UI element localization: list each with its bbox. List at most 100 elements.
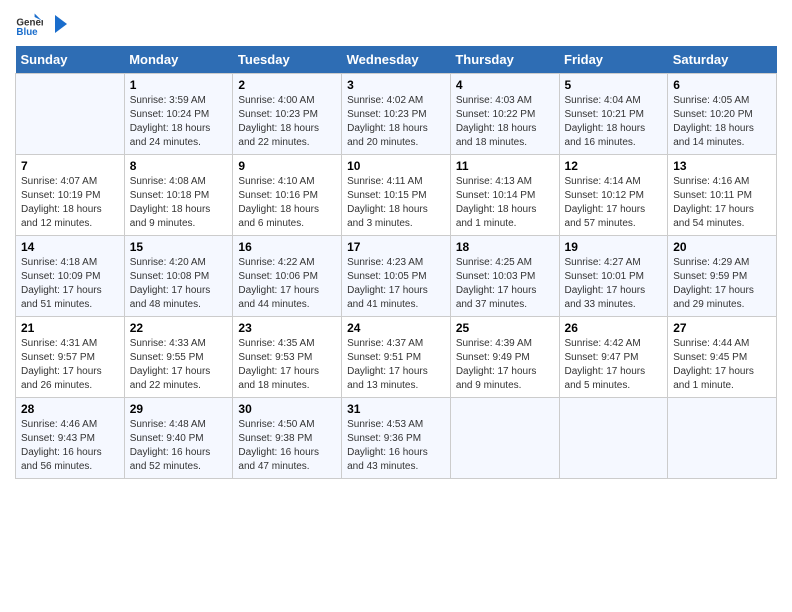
- calendar-cell: 11 Sunrise: 4:13 AM Sunset: 10:14 PM Dayl…: [450, 155, 559, 236]
- calendar-week-row: 14 Sunrise: 4:18 AM Sunset: 10:09 PM Dayl…: [16, 236, 777, 317]
- day-number: 3: [347, 78, 445, 92]
- calendar-cell: 13 Sunrise: 4:16 AM Sunset: 10:11 PM Dayl…: [668, 155, 777, 236]
- calendar-cell: 28Sunrise: 4:46 AM Sunset: 9:43 PM Dayli…: [16, 398, 125, 479]
- calendar-cell: 2 Sunrise: 4:00 AM Sunset: 10:23 PM Dayli…: [233, 74, 342, 155]
- day-info: Sunrise: 4:11 AM Sunset: 10:15 PM Daylig…: [347, 175, 445, 231]
- calendar-cell: 29Sunrise: 4:48 AM Sunset: 9:40 PM Dayli…: [124, 398, 233, 479]
- logo: General Blue: [15, 10, 69, 38]
- day-number: 14: [21, 240, 119, 254]
- calendar-cell: 20 Sunrise: 4:29 AM Sunset: 9:59 PM Dayli…: [668, 236, 777, 317]
- day-number: 17: [347, 240, 445, 254]
- day-number: 31: [347, 402, 445, 416]
- calendar-cell: 22Sunrise: 4:33 AM Sunset: 9:55 PM Dayli…: [124, 317, 233, 398]
- day-number: 2: [238, 78, 336, 92]
- day-number: 20: [673, 240, 771, 254]
- day-info: Sunrise: 4:44 AM Sunset: 9:45 PM Dayligh…: [673, 337, 771, 393]
- calendar-cell: 31 Sunrise: 4:53 AM Sunset: 9:36 PM Dayli…: [342, 398, 451, 479]
- day-info: Sunrise: 4:14 AM Sunset: 10:12 PM Daylig…: [565, 175, 663, 231]
- calendar-cell: [559, 398, 668, 479]
- day-info: Sunrise: 4:35 AM Sunset: 9:53 PM Dayligh…: [238, 337, 336, 393]
- day-info: Sunrise: 4:53 AM Sunset: 9:36 PM Dayligh…: [347, 418, 445, 474]
- weekday-header-saturday: Saturday: [668, 46, 777, 74]
- day-number: 4: [456, 78, 554, 92]
- calendar-cell: [668, 398, 777, 479]
- day-info: Sunrise: 4:13 AM Sunset: 10:14 PM Daylig…: [456, 175, 554, 231]
- day-number: 21: [21, 321, 119, 335]
- day-info: Sunrise: 4:20 AM Sunset: 10:08 PM Daylig…: [130, 256, 228, 312]
- day-number: 8: [130, 159, 228, 173]
- calendar-cell: [16, 74, 125, 155]
- weekday-header-tuesday: Tuesday: [233, 46, 342, 74]
- day-number: 10: [347, 159, 445, 173]
- calendar-cell: 19 Sunrise: 4:27 AM Sunset: 10:01 PM Dayl…: [559, 236, 668, 317]
- day-number: 6: [673, 78, 771, 92]
- day-info: Sunrise: 4:10 AM Sunset: 10:16 PM Daylig…: [238, 175, 336, 231]
- day-info: Sunrise: 4:18 AM Sunset: 10:09 PM Daylig…: [21, 256, 119, 312]
- day-info: Sunrise: 4:23 AM Sunset: 10:05 PM Daylig…: [347, 256, 445, 312]
- day-number: 1: [130, 78, 228, 92]
- day-info: Sunrise: 4:07 AM Sunset: 10:19 PM Daylig…: [21, 175, 119, 231]
- calendar-cell: 30 Sunrise: 4:50 AM Sunset: 9:38 PM Dayli…: [233, 398, 342, 479]
- day-info: Sunrise: 4:04 AM Sunset: 10:21 PM Daylig…: [565, 94, 663, 150]
- weekday-header-sunday: Sunday: [16, 46, 125, 74]
- day-info: Sunrise: 4:37 AM Sunset: 9:51 PM Dayligh…: [347, 337, 445, 393]
- calendar-week-row: 7 Sunrise: 4:07 AM Sunset: 10:19 PM Dayli…: [16, 155, 777, 236]
- svg-text:Blue: Blue: [16, 27, 38, 38]
- day-info: Sunrise: 4:42 AM Sunset: 9:47 PM Dayligh…: [565, 337, 663, 393]
- day-info: Sunrise: 4:22 AM Sunset: 10:06 PM Daylig…: [238, 256, 336, 312]
- calendar-cell: 6 Sunrise: 4:05 AM Sunset: 10:20 PM Dayli…: [668, 74, 777, 155]
- day-info: Sunrise: 4:25 AM Sunset: 10:03 PM Daylig…: [456, 256, 554, 312]
- day-number: 26: [565, 321, 663, 335]
- calendar-cell: 26 Sunrise: 4:42 AM Sunset: 9:47 PM Dayli…: [559, 317, 668, 398]
- calendar-cell: 16Sunrise: 4:22 AM Sunset: 10:06 PM Dayl…: [233, 236, 342, 317]
- calendar-cell: 5 Sunrise: 4:04 AM Sunset: 10:21 PM Dayli…: [559, 74, 668, 155]
- day-info: Sunrise: 4:03 AM Sunset: 10:22 PM Daylig…: [456, 94, 554, 150]
- day-number: 5: [565, 78, 663, 92]
- day-info: Sunrise: 4:05 AM Sunset: 10:20 PM Daylig…: [673, 94, 771, 150]
- calendar-cell: 24 Sunrise: 4:37 AM Sunset: 9:51 PM Dayli…: [342, 317, 451, 398]
- day-number: 11: [456, 159, 554, 173]
- calendar-week-row: 1Sunrise: 3:59 AM Sunset: 10:24 PM Dayli…: [16, 74, 777, 155]
- day-number: 9: [238, 159, 336, 173]
- calendar-cell: 4 Sunrise: 4:03 AM Sunset: 10:22 PM Dayli…: [450, 74, 559, 155]
- day-number: 13: [673, 159, 771, 173]
- logo-icon: General Blue: [15, 10, 43, 38]
- calendar-cell: 10 Sunrise: 4:11 AM Sunset: 10:15 PM Dayl…: [342, 155, 451, 236]
- calendar-cell: 18Sunrise: 4:25 AM Sunset: 10:03 PM Dayl…: [450, 236, 559, 317]
- weekday-header-row: SundayMondayTuesdayWednesdayThursdayFrid…: [16, 46, 777, 74]
- day-info: Sunrise: 4:50 AM Sunset: 9:38 PM Dayligh…: [238, 418, 336, 474]
- day-info: Sunrise: 4:08 AM Sunset: 10:18 PM Daylig…: [130, 175, 228, 231]
- day-number: 29: [130, 402, 228, 416]
- calendar-cell: 23 Sunrise: 4:35 AM Sunset: 9:53 PM Dayli…: [233, 317, 342, 398]
- day-number: 30: [238, 402, 336, 416]
- logo-arrow-icon: [47, 13, 69, 35]
- day-info: Sunrise: 4:33 AM Sunset: 9:55 PM Dayligh…: [130, 337, 228, 393]
- day-info: Sunrise: 4:39 AM Sunset: 9:49 PM Dayligh…: [456, 337, 554, 393]
- calendar-cell: 9 Sunrise: 4:10 AM Sunset: 10:16 PM Dayli…: [233, 155, 342, 236]
- day-info: Sunrise: 4:31 AM Sunset: 9:57 PM Dayligh…: [21, 337, 119, 393]
- calendar-cell: 15Sunrise: 4:20 AM Sunset: 10:08 PM Dayl…: [124, 236, 233, 317]
- day-info: Sunrise: 4:16 AM Sunset: 10:11 PM Daylig…: [673, 175, 771, 231]
- calendar-cell: 21 Sunrise: 4:31 AM Sunset: 9:57 PM Dayli…: [16, 317, 125, 398]
- calendar-cell: 12Sunrise: 4:14 AM Sunset: 10:12 PM Dayl…: [559, 155, 668, 236]
- day-info: Sunrise: 4:29 AM Sunset: 9:59 PM Dayligh…: [673, 256, 771, 312]
- calendar-cell: [450, 398, 559, 479]
- day-number: 7: [21, 159, 119, 173]
- calendar-cell: 27 Sunrise: 4:44 AM Sunset: 9:45 PM Dayli…: [668, 317, 777, 398]
- day-info: Sunrise: 4:46 AM Sunset: 9:43 PM Dayligh…: [21, 418, 119, 474]
- calendar-cell: 7 Sunrise: 4:07 AM Sunset: 10:19 PM Dayli…: [16, 155, 125, 236]
- day-info: Sunrise: 4:00 AM Sunset: 10:23 PM Daylig…: [238, 94, 336, 150]
- day-number: 23: [238, 321, 336, 335]
- weekday-header-monday: Monday: [124, 46, 233, 74]
- day-number: 19: [565, 240, 663, 254]
- day-info: Sunrise: 4:27 AM Sunset: 10:01 PM Daylig…: [565, 256, 663, 312]
- day-number: 24: [347, 321, 445, 335]
- day-number: 27: [673, 321, 771, 335]
- day-number: 25: [456, 321, 554, 335]
- calendar-cell: 8 Sunrise: 4:08 AM Sunset: 10:18 PM Dayli…: [124, 155, 233, 236]
- weekday-header-friday: Friday: [559, 46, 668, 74]
- weekday-header-wednesday: Wednesday: [342, 46, 451, 74]
- day-info: Sunrise: 4:02 AM Sunset: 10:23 PM Daylig…: [347, 94, 445, 150]
- weekday-header-thursday: Thursday: [450, 46, 559, 74]
- calendar-cell: 17 Sunrise: 4:23 AM Sunset: 10:05 PM Dayl…: [342, 236, 451, 317]
